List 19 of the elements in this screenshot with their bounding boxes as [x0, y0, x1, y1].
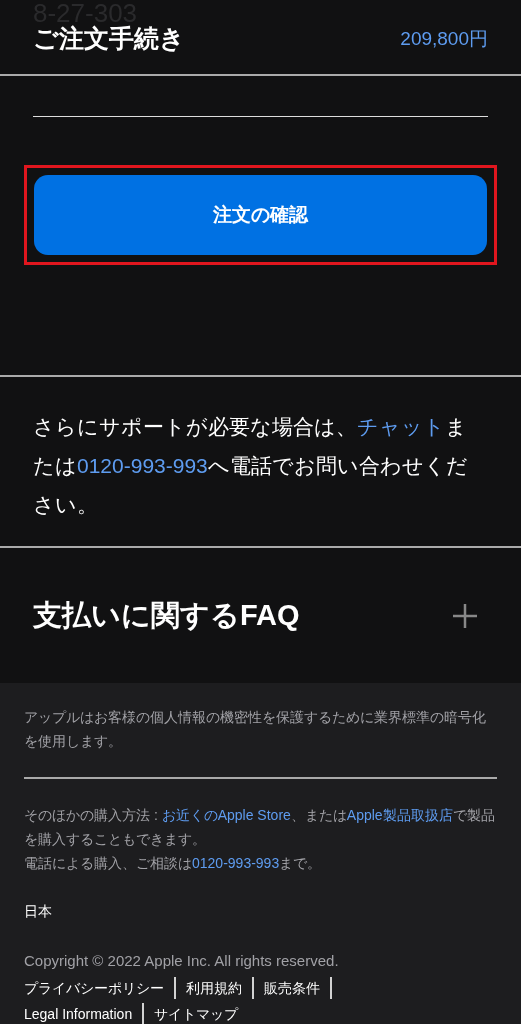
country-label[interactable]: 日本	[24, 899, 497, 923]
order-total: 209,800円	[400, 26, 488, 51]
support-link[interactable]: 0120-993-993	[77, 454, 208, 477]
store-link[interactable]: お近くのApple Store	[161, 807, 291, 823]
store-link[interactable]: 0120-993-993	[192, 855, 280, 871]
support-link[interactable]: チャット	[357, 415, 445, 438]
footer-link[interactable]: サイトマップ	[154, 1003, 239, 1024]
footer-link[interactable]: 利用規約	[186, 977, 254, 999]
security-note: アップルはお客様の個人情報の機密性を保護するために業界標準の暗号化を使用します。	[24, 708, 487, 751]
purchase-info-text: そのほかの購入方法 : お近くのApple Store、またはApple製品取扱店で製品を購入することもできます。 電話による購入、ご相談は0120-993-993まで。	[24, 806, 496, 873]
faq-heading[interactable]: 支払いに関するFAQ	[33, 593, 300, 638]
footer-link[interactable]: Legal Information	[24, 1003, 145, 1024]
plus-icon[interactable]	[452, 602, 478, 629]
footer-link[interactable]: 販売条件	[264, 977, 332, 999]
support-text: さらにサポートが必要な場合は、チャット または0120-993-993へ電話でお問い合わせください。	[32, 414, 469, 518]
store-link[interactable]: Apple製品取扱店	[346, 807, 453, 823]
footer-link[interactable]: プライバシーポリシー	[24, 977, 176, 999]
copyright-text: Copyright © 2022 Apple Inc. All rights reserved.	[24, 951, 340, 971]
confirm-order-button[interactable]: 注文の確認	[34, 175, 487, 255]
